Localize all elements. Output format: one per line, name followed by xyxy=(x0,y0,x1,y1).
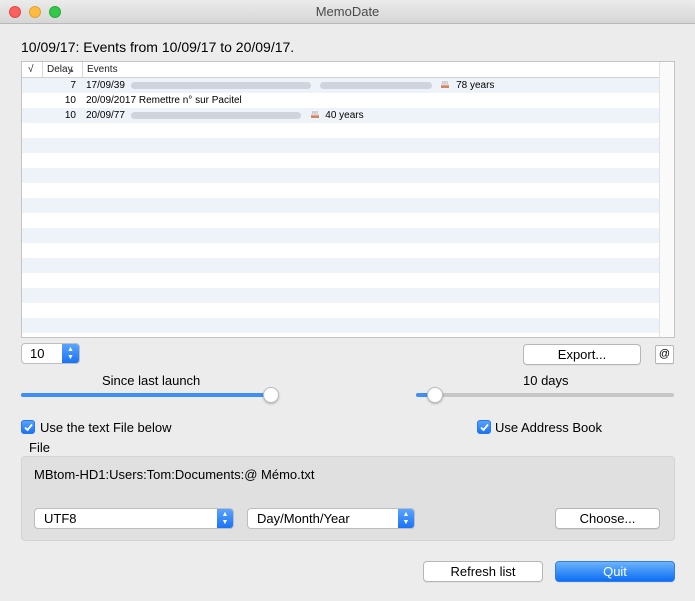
birthday-cake-icon xyxy=(441,81,450,88)
chevron-updown-icon[interactable]: ▲ ▼ xyxy=(62,344,79,363)
slider-fill xyxy=(21,393,273,397)
empty-row xyxy=(22,228,660,243)
sort-ascending-icon: ▲ xyxy=(68,67,75,74)
column-header-delay[interactable]: Delay ▲ xyxy=(43,62,83,78)
row-event: 20/09/77 40 years xyxy=(86,108,364,123)
encoding-value: UTF8 xyxy=(44,511,77,526)
empty-row xyxy=(22,168,660,183)
row-delay: 10 xyxy=(64,110,76,121)
since-last-launch-label: Since last launch xyxy=(102,373,201,388)
empty-row xyxy=(22,123,660,138)
table-header: √ Delay ▲ Events xyxy=(22,62,660,78)
empty-row xyxy=(22,318,660,333)
memodate-window: MemoDate 10/09/17: Events from 10/09/17 … xyxy=(0,0,695,601)
column-header-check[interactable]: √ xyxy=(22,62,43,78)
empty-row xyxy=(22,183,660,198)
checkmark-icon xyxy=(24,423,33,432)
since-last-launch-slider[interactable] xyxy=(21,387,279,403)
date-format-select[interactable]: Day/Month/Year ▲ ▼ xyxy=(247,508,415,529)
use-text-file-checkbox[interactable] xyxy=(21,420,35,434)
days-stepper-value: 10 xyxy=(30,346,45,361)
table-rows: 7 17/09/39 78 years 10 20/09/2017 Remett… xyxy=(22,78,660,333)
date-format-value: Day/Month/Year xyxy=(257,511,350,526)
row-event: 17/09/39 78 years xyxy=(86,78,494,93)
table-row[interactable]: 10 20/09/77 40 years xyxy=(22,108,660,123)
title-bar[interactable]: MemoDate xyxy=(0,0,695,24)
redacted-text xyxy=(130,111,301,119)
checkmark-icon xyxy=(480,423,489,432)
redacted-text xyxy=(130,81,311,89)
row-event: 20/09/2017 Remettre n° sur Pacitel xyxy=(86,93,242,108)
event-age: 40 years xyxy=(325,110,364,121)
table-scrollbar[interactable] xyxy=(659,62,674,337)
zoom-window-icon[interactable] xyxy=(49,6,61,18)
empty-row xyxy=(22,258,660,273)
empty-row xyxy=(22,198,660,213)
export-button[interactable]: Export... xyxy=(523,344,641,365)
event-text: Remettre n° sur Pacitel xyxy=(138,95,242,106)
refresh-list-button[interactable]: Refresh list xyxy=(423,561,543,582)
use-address-book-checkbox[interactable] xyxy=(477,420,491,434)
chevron-updown-icon: ▲ ▼ xyxy=(398,509,414,528)
choose-file-button[interactable]: Choose... xyxy=(555,508,660,529)
column-header-events[interactable]: Events xyxy=(83,62,660,78)
event-date: 20/09/77 xyxy=(86,110,125,121)
chevron-updown-icon: ▲ ▼ xyxy=(217,509,233,528)
date-range-headline: 10/09/17: Events from 10/09/17 to 20/09/… xyxy=(21,39,295,55)
row-delay: 10 xyxy=(64,95,76,106)
empty-row xyxy=(22,153,660,168)
file-section-label: File xyxy=(29,440,50,455)
event-date: 17/09/39 xyxy=(86,80,125,91)
table-row[interactable]: 10 20/09/2017 Remettre n° sur Pacitel xyxy=(22,93,660,108)
empty-row xyxy=(22,138,660,153)
use-address-book-label[interactable]: Use Address Book xyxy=(495,420,602,435)
event-date: 20/09/2017 xyxy=(86,95,137,106)
empty-row xyxy=(22,213,660,228)
slider-knob[interactable] xyxy=(263,387,279,403)
row-delay: 7 xyxy=(70,80,76,91)
empty-row xyxy=(22,273,660,288)
empty-row xyxy=(22,303,660,318)
redacted-text xyxy=(319,81,432,89)
table-row[interactable]: 7 17/09/39 78 years xyxy=(22,78,660,93)
birthday-cake-icon xyxy=(310,111,319,118)
quit-button[interactable]: Quit xyxy=(555,561,675,582)
slider-knob[interactable] xyxy=(427,387,443,403)
file-path: MBtom-HD1:Users:Tom:Documents:@ Mémo.txt xyxy=(34,467,315,482)
close-window-icon[interactable] xyxy=(9,6,21,18)
use-text-file-label[interactable]: Use the text File below xyxy=(40,420,172,435)
event-age: 78 years xyxy=(456,80,495,91)
days-stepper[interactable]: 10 ▲ ▼ xyxy=(21,343,80,364)
minimize-window-icon[interactable] xyxy=(29,6,41,18)
window-title: MemoDate xyxy=(315,4,380,19)
empty-row xyxy=(22,288,660,303)
events-table: √ Delay ▲ Events 7 17/09/39 78 years 10 … xyxy=(21,61,675,338)
empty-row xyxy=(22,243,660,258)
email-button[interactable]: @ xyxy=(655,345,674,364)
days-range-label: 10 days xyxy=(523,373,569,388)
encoding-select[interactable]: UTF8 ▲ ▼ xyxy=(34,508,234,529)
days-range-slider[interactable] xyxy=(416,387,674,403)
